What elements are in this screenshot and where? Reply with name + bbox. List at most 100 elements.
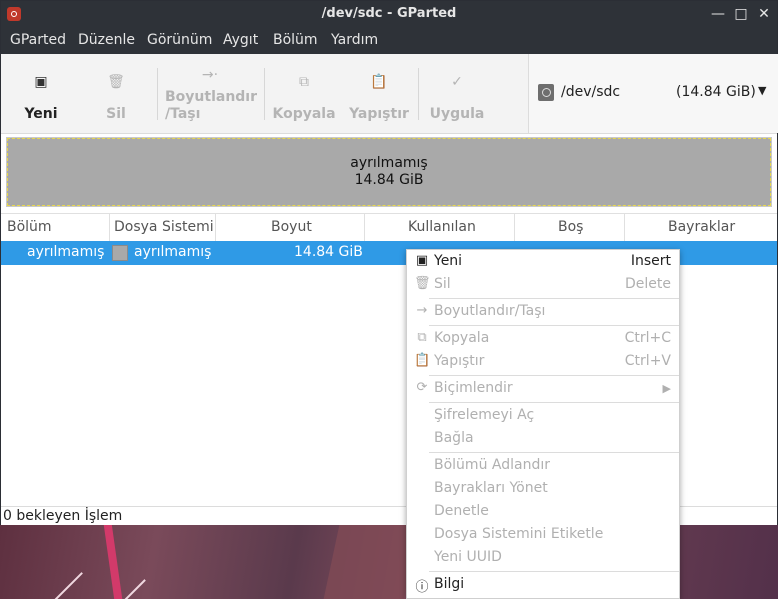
ctx-open-encryption[interactable]: Şifrelemeyi Aç [407, 405, 679, 427]
ctx-new-uuid[interactable]: Yeni UUID [407, 547, 679, 569]
column-free[interactable]: Boş [558, 219, 583, 235]
apply-button-label: Uygula [429, 106, 485, 122]
ctx-open-encryption-label: Şifrelemeyi Aç [434, 407, 535, 423]
menu-separator [429, 298, 679, 299]
ctx-information-label: Bilgi [434, 576, 465, 592]
new-partition-icon: ▣ [34, 74, 48, 90]
column-filesystem[interactable]: Dosya Sistemi [114, 219, 214, 235]
copy-icon: ⧉ [417, 330, 427, 345]
info-icon: ⓘ [415, 580, 429, 595]
new-partition-icon: ▣ [415, 253, 429, 268]
toolbar: ▣ Yeni 🗑 Sil →· Boyutlandır /Taşı ⧉ Kopy… [1, 54, 778, 134]
checkmark-icon: ✓ [451, 74, 463, 90]
ctx-paste-label: Yapıştır [434, 353, 485, 369]
ctx-copy[interactable]: ⧉ Kopyala Ctrl+C [407, 328, 679, 350]
maximize-icon[interactable]: □ [732, 5, 750, 23]
toolbar-separator [157, 68, 158, 120]
ctx-manage-flags-label: Bayrakları Yönet [434, 480, 548, 496]
title-bar[interactable]: /dev/sdc - GParted — □ ✕ [1, 1, 777, 28]
close-icon[interactable]: ✕ [755, 5, 773, 23]
ctx-copy-shortcut: Ctrl+C [624, 330, 671, 346]
menu-help[interactable]: Yardım [331, 32, 378, 48]
pending-operations-status: 0 bekleyen İşlem [3, 508, 123, 524]
column-divider [109, 214, 110, 241]
ctx-name-partition[interactable]: Bölümü Adlandır [407, 455, 679, 477]
menu-separator [429, 375, 679, 376]
window-title: /dev/sdc - GParted [321, 6, 457, 21]
format-icon: ⟳ [416, 380, 428, 395]
trash-icon: 🗑 [107, 74, 125, 90]
ctx-resize-move-label: Boyutlandır/Taşı [434, 303, 546, 319]
row-filesystem: ayrılmamış [134, 244, 212, 260]
minimize-icon[interactable]: — [709, 5, 727, 23]
context-menu: ▣ Yeni Insert 🗑 Sil Delete → Boyutlandır… [406, 249, 680, 599]
chevron-right-icon: ▶ [662, 382, 671, 395]
ctx-copy-label: Kopyala [434, 330, 490, 346]
menu-partition[interactable]: Bölüm [273, 32, 318, 48]
resize-move-label-2: /Taşı [165, 106, 201, 122]
row-partition: ayrılmamış [27, 244, 105, 260]
device-selector[interactable]: /dev/sdc (14.84 GiB) ▼ [528, 54, 778, 133]
menu-separator [429, 325, 679, 326]
ctx-resize-move[interactable]: → Boyutlandır/Taşı [407, 301, 679, 323]
disk-map-size: 14.84 GiB [354, 172, 424, 188]
paste-button[interactable]: 📋 Yapıştır [346, 54, 412, 133]
new-button[interactable]: ▣ Yeni [11, 54, 71, 133]
copy-button-label: Kopyala [272, 106, 336, 122]
column-size[interactable]: Boyut [271, 219, 312, 235]
column-used[interactable]: Kullanılan [408, 219, 476, 235]
partition-table-header: Bölüm Dosya Sistemi Boyut Kullanılan Boş… [1, 213, 777, 242]
column-partition[interactable]: Bölüm [7, 219, 52, 235]
copy-button[interactable]: ⧉ Kopyala [271, 54, 337, 133]
column-divider [215, 214, 216, 241]
toolbar-separator [264, 68, 265, 120]
disk-icon [538, 84, 554, 101]
resize-move-icon: → [416, 303, 428, 318]
ctx-information[interactable]: ⓘ Bilgi [407, 574, 679, 596]
ctx-manage-flags[interactable]: Bayrakları Yönet [407, 478, 679, 500]
ctx-name-partition-label: Bölümü Adlandır [434, 457, 550, 473]
column-flags[interactable]: Bayraklar [668, 219, 735, 235]
menu-separator [429, 402, 679, 403]
ctx-paste-shortcut: Ctrl+V [624, 353, 671, 369]
ctx-new-shortcut: Insert [630, 253, 671, 269]
ctx-paste[interactable]: 📋 Yapıştır Ctrl+V [407, 351, 679, 373]
menu-separator [429, 452, 679, 453]
resize-move-label-1: Boyutlandır [165, 89, 258, 105]
device-size: (14.84 GiB) [676, 84, 756, 100]
resize-move-icon: →· [201, 67, 219, 83]
ctx-delete-label: Sil [434, 276, 451, 292]
disk-map-label: ayrılmamış [350, 155, 428, 171]
filesystem-color-swatch [112, 245, 128, 261]
ctx-mount[interactable]: Bağla [407, 428, 679, 450]
column-divider [514, 214, 515, 241]
menu-device[interactable]: Aygıt [223, 32, 258, 48]
ctx-new-label: Yeni [434, 253, 463, 269]
ctx-check[interactable]: Denetle [407, 501, 679, 523]
chevron-down-icon: ▼ [758, 84, 767, 97]
menu-edit[interactable]: Düzenle [78, 32, 135, 48]
disk-map-unallocated[interactable]: ayrılmamış 14.84 GiB [6, 137, 772, 207]
copy-icon: ⧉ [299, 74, 309, 90]
paste-icon: 📋 [370, 74, 388, 90]
toolbar-separator [418, 68, 419, 120]
paste-icon: 📋 [414, 353, 431, 368]
ctx-new-uuid-label: Yeni UUID [434, 549, 502, 565]
trash-icon: 🗑 [414, 276, 431, 291]
ctx-delete[interactable]: 🗑 Sil Delete [407, 274, 679, 296]
resize-move-button[interactable]: →· Boyutlandır /Taşı [161, 54, 259, 133]
ctx-check-label: Denetle [434, 503, 489, 519]
ctx-format-label: Biçimlendir [434, 380, 513, 396]
ctx-delete-shortcut: Delete [625, 276, 671, 292]
apply-button[interactable]: ✓ Uygula [425, 54, 489, 133]
delete-button-label: Sil [106, 106, 126, 122]
new-button-label: Yeni [24, 106, 58, 122]
ctx-new[interactable]: ▣ Yeni Insert [407, 251, 679, 273]
delete-button[interactable]: 🗑 Sil [86, 54, 146, 133]
paste-button-label: Yapıştır [349, 106, 409, 122]
menu-gparted[interactable]: GParted [10, 32, 66, 48]
menu-view[interactable]: Görünüm [147, 32, 212, 48]
ctx-format[interactable]: ⟳ Biçimlendir ▶ [407, 378, 679, 400]
ctx-label-filesystem-label: Dosya Sistemini Etiketle [434, 526, 604, 542]
ctx-label-filesystem[interactable]: Dosya Sistemini Etiketle [407, 524, 679, 546]
